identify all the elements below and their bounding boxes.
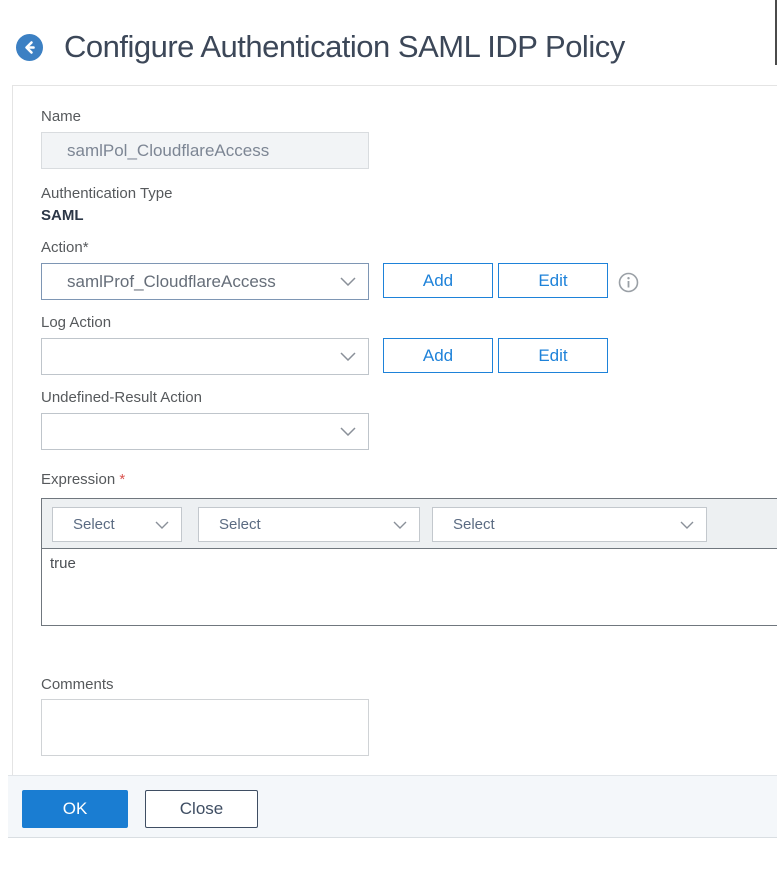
expression-toolbar: Select Select Select xyxy=(42,499,777,549)
ok-button[interactable]: OK xyxy=(22,790,128,828)
log-action-label: Log Action xyxy=(41,314,111,331)
close-button[interactable]: Close xyxy=(145,790,258,828)
required-asterisk: * xyxy=(119,471,125,488)
comments-label: Comments xyxy=(41,676,114,693)
action-add-button[interactable]: Add xyxy=(383,263,493,298)
dialog-header: Configure Authentication SAML IDP Policy xyxy=(0,0,777,85)
chevron-down-icon xyxy=(680,521,694,529)
expression-select-3-value: Select xyxy=(433,516,680,533)
log-action-select[interactable] xyxy=(41,338,369,375)
log-action-edit-button[interactable]: Edit xyxy=(498,338,608,373)
expression-input[interactable]: true xyxy=(42,549,777,625)
authentication-type-label: Authentication Type xyxy=(41,185,172,202)
chevron-down-icon xyxy=(155,521,169,529)
chevron-down-icon xyxy=(393,521,407,529)
info-icon[interactable] xyxy=(618,272,639,293)
expression-label: Expression * xyxy=(41,471,125,488)
chevron-down-icon xyxy=(340,427,356,436)
name-input[interactable] xyxy=(41,132,369,169)
undefined-result-action-select[interactable] xyxy=(41,413,369,450)
expression-select-1-value: Select xyxy=(53,516,155,533)
comments-input[interactable] xyxy=(41,699,369,756)
action-select-value: samlProf_CloudflareAccess xyxy=(42,272,340,292)
page-title: Configure Authentication SAML IDP Policy xyxy=(64,29,625,65)
action-label: Action* xyxy=(41,239,89,256)
expression-select-1[interactable]: Select xyxy=(52,507,182,542)
log-action-add-button[interactable]: Add xyxy=(383,338,493,373)
chevron-down-icon xyxy=(340,277,356,286)
expression-select-3[interactable]: Select xyxy=(432,507,707,542)
expression-editor: Select Select Select true xyxy=(41,498,777,626)
undefined-result-action-label: Undefined-Result Action xyxy=(41,389,202,406)
back-button[interactable] xyxy=(16,34,43,61)
form-panel: Name Authentication Type SAML Action* sa… xyxy=(12,85,777,838)
authentication-type-value: SAML xyxy=(41,207,84,224)
action-select[interactable]: samlProf_CloudflareAccess xyxy=(41,263,369,300)
expression-label-text: Expression xyxy=(41,471,115,488)
expression-select-2-value: Select xyxy=(199,516,393,533)
chevron-down-icon xyxy=(340,352,356,361)
name-label: Name xyxy=(41,108,81,125)
action-edit-button[interactable]: Edit xyxy=(498,263,608,298)
dialog-footer: OK Close xyxy=(8,775,777,838)
expression-select-2[interactable]: Select xyxy=(198,507,420,542)
